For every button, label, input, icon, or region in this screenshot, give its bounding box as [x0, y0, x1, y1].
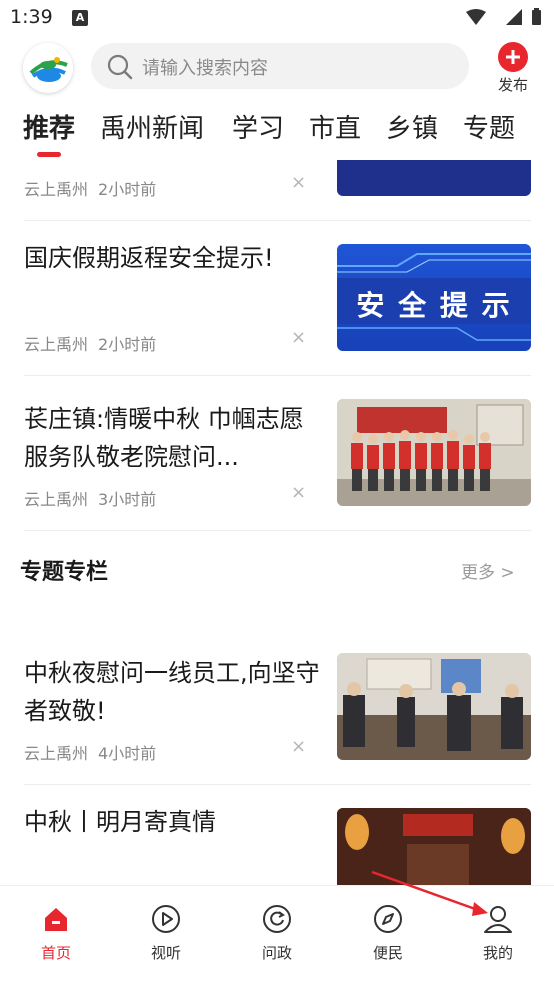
close-icon[interactable]: × — [291, 172, 306, 193]
tab-yuzhou-news[interactable]: 禹州新闻 — [100, 108, 204, 145]
article-card[interactable]: 中秋夜慰问一线员工,向坚守者致敬! 云上禹州 4小时前 × — [0, 630, 554, 784]
article-time: 4小时前 — [98, 744, 157, 763]
article-title: 中秋丨明月寄真情 — [24, 808, 216, 836]
tab-towns[interactable]: 乡镇 — [386, 108, 438, 145]
tab-topics[interactable]: 专题 — [463, 108, 515, 145]
search-icon — [107, 54, 133, 80]
nav-label: 视听 — [150, 944, 181, 962]
article-title: 苌庄镇:情暖中秋 巾帼志愿服务队敬老院慰问... — [24, 405, 304, 471]
cellular-icon — [506, 9, 522, 25]
festival-photo — [337, 808, 531, 885]
close-icon[interactable]: × — [291, 736, 306, 757]
tab-recommend[interactable]: 推荐 — [23, 108, 75, 145]
article-source: 云上禹州 — [24, 180, 89, 199]
header: 请输入搜索内容 发布 — [0, 36, 554, 100]
tab-city[interactable]: 市直 — [309, 108, 361, 145]
article-source: 云上禹州 — [24, 335, 89, 354]
close-icon[interactable]: × — [291, 327, 306, 348]
nav-home[interactable]: 首页 — [16, 886, 96, 976]
article-meta: 云上禹州 2小时前 — [24, 331, 156, 355]
article-time: 2小时前 — [98, 335, 157, 354]
tab-study[interactable]: 学习 — [232, 108, 284, 145]
play-icon — [152, 905, 180, 933]
article-thumbnail[interactable] — [337, 653, 531, 760]
article-title: 中秋夜慰问一线员工,向坚守者致敬! — [24, 659, 320, 725]
bottom-navigation: 首页 视听 问政 便民 我的 — [0, 885, 554, 984]
article-source: 云上禹州 — [24, 744, 89, 763]
battery-icon — [532, 10, 541, 25]
compass-icon — [374, 905, 402, 933]
logo-icon — [29, 57, 68, 82]
divider — [24, 530, 531, 531]
app-logo[interactable] — [23, 43, 73, 93]
nav-label: 首页 — [40, 944, 71, 962]
group-photo — [337, 399, 531, 506]
article-time: 3小时前 — [98, 490, 157, 509]
article-card[interactable]: 国庆假期返程安全提示! 云上禹州 2小时前 × 安 全 提 示 — [0, 221, 554, 375]
home-icon — [45, 908, 67, 931]
article-source: 云上禹州 — [24, 490, 89, 509]
notification-icon: A — [72, 10, 88, 26]
nav-label: 便民 — [372, 944, 403, 962]
search-placeholder: 请输入搜索内容 — [142, 58, 268, 79]
publish-label: 发布 — [497, 76, 528, 94]
article-thumbnail[interactable] — [337, 399, 531, 506]
article-card[interactable]: 中秋丨明月寄真情 — [0, 785, 554, 885]
nav-media[interactable]: 视听 — [126, 886, 206, 976]
wifi-icon — [466, 9, 486, 25]
close-icon[interactable]: × — [291, 482, 306, 503]
user-icon — [484, 906, 512, 933]
article-thumbnail[interactable]: 安 全 提 示 — [337, 244, 531, 351]
nav-label: 我的 — [482, 944, 513, 962]
active-tab-indicator — [37, 152, 61, 157]
news-feed: 云上禹州 2小时前 × 国庆假期返程安全提示! 云上禹州 2小时前 × 安 全 提 … — [0, 160, 554, 885]
status-time: 1:39 — [10, 6, 53, 28]
search-bar[interactable]: 请输入搜索内容 — [91, 43, 469, 89]
publish-button[interactable]: 发布 — [494, 42, 532, 96]
section-title: 专题专栏 — [20, 560, 109, 585]
article-card[interactable]: 云上禹州 2小时前 × — [0, 160, 554, 220]
plus-icon — [498, 42, 528, 72]
status-bar: 1:39 A — [0, 0, 554, 36]
article-meta: 云上禹州 3小时前 — [24, 486, 156, 510]
thumbnail-caption: 安 全 提 示 — [356, 289, 512, 322]
signal-battery-icons — [466, 8, 541, 25]
article-meta: 云上禹州 2小时前 — [24, 176, 156, 200]
article-thumbnail[interactable] — [337, 808, 531, 885]
article-title: 国庆假期返程安全提示! — [24, 244, 274, 272]
article-time: 2小时前 — [98, 180, 157, 199]
refresh-icon — [263, 905, 291, 933]
nav-profile[interactable]: 我的 — [458, 886, 538, 976]
meeting-photo — [337, 653, 531, 760]
article-thumbnail[interactable] — [337, 160, 531, 196]
article-card[interactable]: 苌庄镇:情暖中秋 巾帼志愿服务队敬老院慰问... 云上禹州 3小时前 × — [0, 376, 554, 530]
nav-inquiry[interactable]: 问政 — [237, 886, 317, 976]
article-meta: 云上禹州 4小时前 — [24, 740, 156, 764]
channel-tabs: 推荐 禹州新闻 学习 市直 乡镇 专题 — [0, 100, 554, 160]
nav-services[interactable]: 便民 — [348, 886, 428, 976]
section-more-link[interactable]: 更多 > — [461, 558, 515, 583]
nav-label: 问政 — [261, 944, 292, 962]
